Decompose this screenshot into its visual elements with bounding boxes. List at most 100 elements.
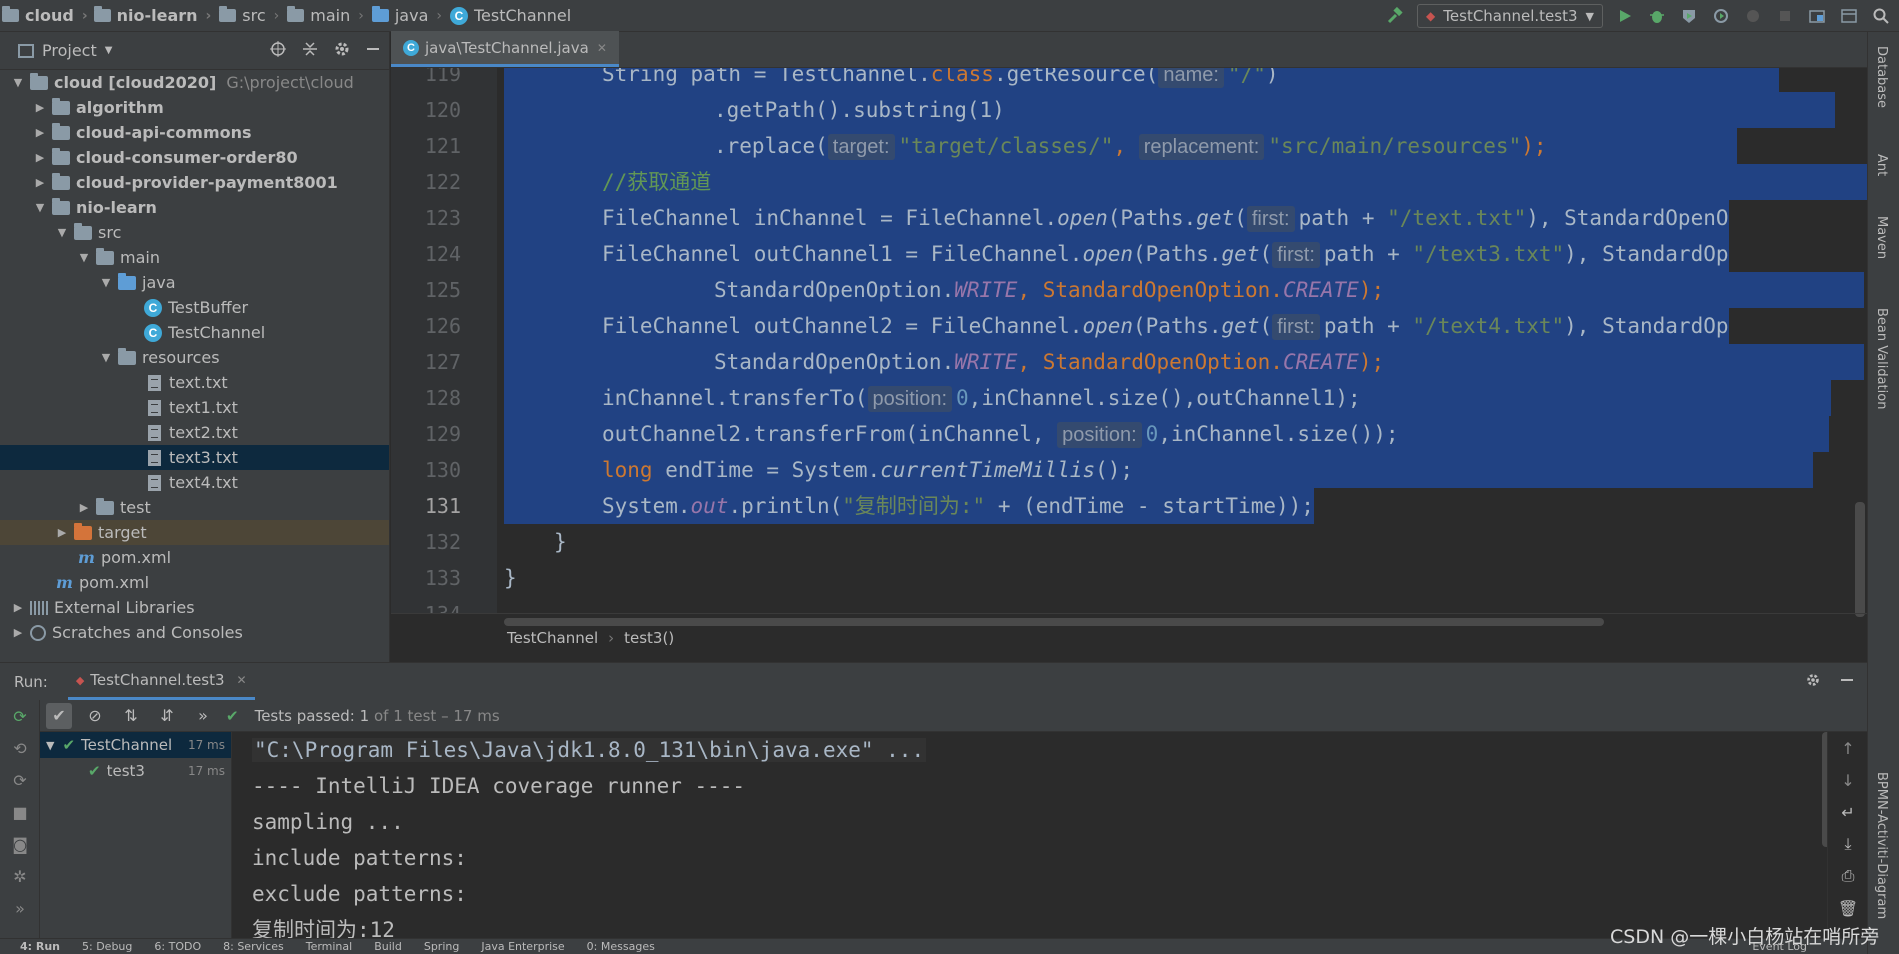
more-icon[interactable]: » bbox=[0, 892, 40, 924]
tree-item-cloud-consumer-order80[interactable]: ▶ cloud-consumer-order80 bbox=[0, 145, 389, 170]
tree-item-pom-xml-root[interactable]: m pom.xml bbox=[0, 570, 389, 595]
screenshot-icon[interactable]: ◙ bbox=[0, 828, 40, 860]
tree-item-text2-txt[interactable]: text2.txt bbox=[0, 420, 389, 445]
expand-arrow-icon[interactable]: ▼ bbox=[54, 226, 70, 239]
tree-item-resources[interactable]: ▼ resources bbox=[0, 345, 389, 370]
stop-icon[interactable] bbox=[1775, 6, 1795, 26]
test-row[interactable]: ✔ test3 17 ms bbox=[40, 758, 231, 784]
arrow-up-icon[interactable]: ↑ bbox=[1828, 732, 1868, 764]
collapsed-arrow-icon[interactable]: ▶ bbox=[32, 176, 48, 189]
expand-arrow-icon[interactable]: ▼ bbox=[32, 201, 48, 214]
crumb-java[interactable]: java › bbox=[368, 0, 446, 32]
expand-arrow-icon[interactable]: ▼ bbox=[10, 76, 26, 89]
debug-icon[interactable] bbox=[1647, 6, 1667, 26]
console-output[interactable]: "C:\Program Files\Java\jdk1.8.0_131\bin\… bbox=[252, 732, 1822, 954]
tree-item-text1-txt[interactable]: text1.txt bbox=[0, 395, 389, 420]
tool-todo[interactable]: 6: TODO bbox=[154, 939, 201, 954]
tool-database[interactable]: Database bbox=[1874, 46, 1889, 108]
tool-maven[interactable]: Maven bbox=[1874, 216, 1889, 259]
coverage-icon[interactable] bbox=[1679, 6, 1699, 26]
expand-arrow-icon[interactable]: ▼ bbox=[46, 739, 54, 752]
crumb-cloud[interactable]: cloud › bbox=[0, 0, 92, 32]
crumb-src[interactable]: src › bbox=[215, 0, 283, 32]
collapsed-arrow-icon[interactable]: ▶ bbox=[32, 151, 48, 164]
tab-testchannel-java[interactable]: C java\TestChannel.java ✕ bbox=[391, 31, 619, 67]
close-icon[interactable]: ✕ bbox=[597, 41, 607, 55]
tool-bean-validation[interactable]: Bean Validation bbox=[1874, 308, 1889, 409]
tool-bpmn-diagram[interactable]: BPMN-Activiti-Diagram bbox=[1874, 772, 1889, 919]
tree-item-test[interactable]: ▶ test bbox=[0, 495, 389, 520]
search-icon[interactable] bbox=[1871, 6, 1891, 26]
chevron-down-icon[interactable]: ▼ bbox=[105, 45, 113, 56]
run-tab-testchannel-test3[interactable]: ◆ TestChannel.test3 ✕ bbox=[67, 663, 255, 700]
tool-terminal[interactable]: Terminal bbox=[306, 939, 353, 954]
sort-duration-icon[interactable]: ⇵ bbox=[154, 703, 180, 729]
gear-icon[interactable] bbox=[1805, 672, 1821, 692]
tree-item-target[interactable]: ▶ target bbox=[0, 520, 389, 545]
breadcrumb-class[interactable]: TestChannel bbox=[507, 629, 598, 647]
print-icon[interactable]: ⎙ bbox=[1828, 860, 1868, 892]
tree-item-testbuffer[interactable]: C TestBuffer bbox=[0, 295, 389, 320]
attach-icon[interactable] bbox=[1743, 6, 1763, 26]
expand-arrow-icon[interactable]: ▼ bbox=[98, 351, 114, 364]
tree-item-cloud-api-commons[interactable]: ▶ cloud-api-commons bbox=[0, 120, 389, 145]
trash-icon[interactable]: 🗑 bbox=[1828, 892, 1868, 924]
project-view-select[interactable]: Project bbox=[42, 41, 97, 60]
collapsed-arrow-icon[interactable]: ▶ bbox=[76, 501, 92, 514]
tree-item-pom-xml-module[interactable]: m pom.xml bbox=[0, 545, 389, 570]
tool-build[interactable]: Build bbox=[374, 939, 402, 954]
collapsed-arrow-icon[interactable]: ▶ bbox=[10, 601, 26, 614]
locate-icon[interactable] bbox=[269, 40, 287, 62]
scroll-to-end-icon[interactable]: ⤓ bbox=[1828, 828, 1868, 860]
stop-icon[interactable]: ■ bbox=[0, 796, 40, 828]
tool-spring[interactable]: Spring bbox=[424, 939, 460, 954]
show-ignored-icon[interactable]: ⊘ bbox=[82, 703, 108, 729]
tree-item-algorithm[interactable]: ▶ algorithm bbox=[0, 95, 389, 120]
collapsed-arrow-icon[interactable]: ▶ bbox=[32, 126, 48, 139]
tree-item-java[interactable]: ▼ java bbox=[0, 270, 389, 295]
tree-item-text3-txt[interactable]: text3.txt bbox=[0, 445, 389, 470]
build-hammer-icon[interactable] bbox=[1385, 6, 1405, 26]
tree-item-src[interactable]: ▼ src bbox=[0, 220, 389, 245]
tree-item-external-libraries[interactable]: ▶ External Libraries bbox=[0, 595, 389, 620]
tree-item-nio-learn[interactable]: ▼ nio-learn bbox=[0, 195, 389, 220]
tree-item-text-txt[interactable]: text.txt bbox=[0, 370, 389, 395]
tree-item-main[interactable]: ▼ main bbox=[0, 245, 389, 270]
tree-item-cloud-provider-payment8001[interactable]: ▶ cloud-provider-payment8001 bbox=[0, 170, 389, 195]
vertical-scrollbar[interactable] bbox=[1855, 502, 1865, 617]
rerun-failed-icon[interactable]: ⟲ bbox=[0, 732, 40, 764]
soft-wrap-icon[interactable]: ↵ bbox=[1828, 796, 1868, 828]
breadcrumb-method[interactable]: test3() bbox=[624, 629, 674, 647]
tool-services[interactable]: 8: Services bbox=[223, 939, 284, 954]
tree-item-text4-txt[interactable]: text4.txt bbox=[0, 470, 389, 495]
project-structure-icon[interactable] bbox=[1807, 6, 1827, 26]
tree-item-testchannel[interactable]: C TestChannel bbox=[0, 320, 389, 345]
expand-arrow-icon[interactable]: ▼ bbox=[76, 251, 92, 264]
tool-messages[interactable]: 0: Messages bbox=[587, 939, 655, 954]
toggle-auto-test-icon[interactable]: ⟳ bbox=[0, 764, 40, 796]
run-configuration-select[interactable]: ◆ TestChannel.test3 ▼ bbox=[1417, 4, 1603, 28]
tool-java-enterprise[interactable]: Java Enterprise bbox=[481, 939, 564, 954]
run-icon[interactable] bbox=[1615, 6, 1635, 26]
arrow-down-icon[interactable]: ↓ bbox=[1828, 764, 1868, 796]
tool-run[interactable]: 4: Run bbox=[20, 939, 60, 954]
crumb-main[interactable]: main › bbox=[283, 0, 368, 32]
test-row[interactable]: ▼ ✔ TestChannel 17 ms bbox=[40, 732, 231, 758]
expand-arrow-icon[interactable]: ▼ bbox=[98, 276, 114, 289]
crumb-nio-learn[interactable]: nio-learn › bbox=[92, 0, 216, 32]
collapsed-arrow-icon[interactable]: ▶ bbox=[10, 626, 26, 639]
code-area[interactable]: 119 String path = TestChannel.class.getR… bbox=[391, 68, 1867, 613]
crumb-testchannel[interactable]: C TestChannel bbox=[446, 0, 575, 32]
rerun-icon[interactable]: ⟳ bbox=[0, 700, 40, 732]
tree-item-cloud[interactable]: ▼ cloud [cloud2020] G:\project\cloud bbox=[0, 70, 389, 95]
more-icon[interactable]: » bbox=[190, 703, 216, 729]
settings-icon[interactable]: ✲ bbox=[0, 860, 40, 892]
minimize-icon[interactable] bbox=[365, 41, 381, 61]
collapsed-arrow-icon[interactable]: ▶ bbox=[32, 101, 48, 114]
sort-alpha-icon[interactable]: ⇅ bbox=[118, 703, 144, 729]
profile-icon[interactable] bbox=[1711, 6, 1731, 26]
tree-item-scratches[interactable]: ▶ Scratches and Consoles bbox=[0, 620, 389, 645]
layout-icon[interactable] bbox=[1839, 6, 1859, 26]
collapsed-arrow-icon[interactable]: ▶ bbox=[54, 526, 70, 539]
show-passed-icon[interactable]: ✔ bbox=[46, 702, 72, 729]
